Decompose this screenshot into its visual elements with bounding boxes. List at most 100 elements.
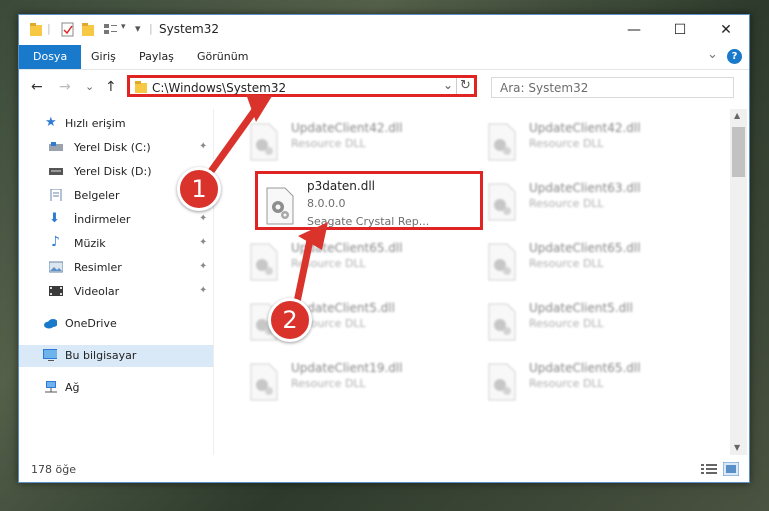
recent-locations-icon[interactable]: ⌄ <box>85 80 94 93</box>
file-description: Resource DLL <box>291 257 366 270</box>
sidebar-item-label: Hızlı erişim <box>65 117 126 130</box>
file-item[interactable]: UpdateClient63.dll Resource DLL <box>483 179 703 227</box>
sidebar-item-videos[interactable]: Videolar ✦ <box>19 281 213 303</box>
sidebar-item-pictures[interactable]: Resimler ✦ <box>19 257 213 279</box>
sidebar-item-quick-access[interactable]: ★ Hızlı erişim <box>19 113 213 135</box>
sidebar-item-label: Bu bilgisayar <box>65 349 137 362</box>
address-divider <box>456 78 457 94</box>
drive-icon <box>49 142 63 151</box>
folder-icon <box>135 81 147 93</box>
music-icon: ♪ <box>51 234 60 250</box>
dll-file-icon <box>250 363 278 401</box>
pin-icon: ✦ <box>199 285 208 296</box>
new-folder-icon[interactable] <box>81 22 95 38</box>
details-view-icon[interactable] <box>701 463 717 475</box>
sidebar-item-label: Videolar <box>74 285 120 298</box>
maximize-button[interactable]: ☐ <box>657 15 703 45</box>
large-icons-view-icon[interactable] <box>723 462 739 476</box>
sidebar-item-onedrive[interactable]: OneDrive <box>19 313 213 335</box>
dll-file-icon <box>250 123 278 161</box>
help-icon[interactable]: ? <box>727 49 742 64</box>
file-item[interactable]: UpdateClient19.dll Resource DLL <box>245 359 465 407</box>
ribbon-expand-icon[interactable]: ⌄ <box>707 47 718 62</box>
file-highlight-box <box>255 171 483 230</box>
drive-icon <box>49 168 63 175</box>
pin-icon: ✦ <box>199 213 208 224</box>
file-item[interactable]: UpdateClient65.dll Resource DLL <box>483 359 703 407</box>
file-item[interactable]: UpdateClient42.dll Resource DLL <box>245 119 465 167</box>
tab-share[interactable]: Paylaş <box>127 45 186 69</box>
download-icon: ⬇ <box>49 211 60 226</box>
refresh-icon[interactable]: ↻ <box>460 78 471 93</box>
file-item[interactable]: UpdateClient65.dll Resource DLL <box>483 239 703 287</box>
sidebar-item-label: İndirmeler <box>74 213 131 226</box>
callout-badge-two: 2 <box>268 298 312 342</box>
file-item[interactable]: UpdateClient5.dll Resource DLL <box>483 299 703 347</box>
star-icon: ★ <box>45 115 57 130</box>
file-description: Resource DLL <box>529 257 604 270</box>
ribbon-tabs: Dosya Giriş Paylaş Görünüm ⌄ ? <box>19 45 749 70</box>
pictures-icon <box>49 261 63 273</box>
item-count: 178 öğe <box>31 463 76 476</box>
navigation-bar: ← → ⌄ ↑ C:\Windows\System32 ⌄ ↻ Ara: Sys… <box>19 70 749 104</box>
close-button[interactable]: ✕ <box>703 15 749 45</box>
file-name: UpdateClient42.dll <box>291 121 403 135</box>
file-description: Resource DLL <box>291 377 366 390</box>
scroll-up-icon[interactable]: ▲ <box>734 111 740 120</box>
customize-toolbar-icon[interactable]: ▾ <box>135 22 141 38</box>
file-item[interactable]: UpdateClient65.dll Resource DLL <box>245 239 465 287</box>
dll-file-icon <box>488 363 516 401</box>
file-description: Resource DLL <box>529 137 604 150</box>
view-options-icon[interactable] <box>103 22 119 38</box>
title-bar: | ▾ ▾ | System32 — ☐ ✕ <box>19 15 749 45</box>
dll-file-icon <box>488 243 516 281</box>
file-name: UpdateClient65.dll <box>529 241 641 255</box>
navigation-pane: ★ Hızlı erişim Yerel Disk (C:) ✦ Yerel D… <box>19 109 214 455</box>
sidebar-item-this-pc[interactable]: Bu bilgisayar <box>19 345 213 367</box>
file-list: UpdateClient42.dll Resource DLL UpdateCl… <box>215 109 729 455</box>
address-dropdown-icon[interactable]: ⌄ <box>443 78 453 92</box>
network-icon <box>45 381 57 393</box>
file-name: UpdateClient5.dll <box>529 301 633 315</box>
address-path[interactable]: C:\Windows\System32 <box>152 81 286 95</box>
pin-icon: ✦ <box>199 141 208 152</box>
up-button[interactable]: ↑ <box>105 79 117 95</box>
scrollbar-thumb[interactable] <box>732 127 745 177</box>
tab-view[interactable]: Görünüm <box>185 45 260 69</box>
sidebar-item-music[interactable]: ♪ Müzik ✦ <box>19 233 213 255</box>
sidebar-item-label: Yerel Disk (D:) <box>74 165 152 178</box>
vertical-scrollbar[interactable]: ▲ ▼ <box>730 109 747 455</box>
file-description: Resource DLL <box>529 197 604 210</box>
file-name: UpdateClient65.dll <box>529 361 641 375</box>
properties-icon[interactable] <box>61 22 75 38</box>
tab-file[interactable]: Dosya <box>19 45 82 69</box>
sidebar-item-label: Ağ <box>65 381 80 394</box>
tab-home[interactable]: Giriş <box>79 45 128 69</box>
qa-separator: | <box>47 22 51 35</box>
folder-icon <box>30 23 42 36</box>
sidebar-item-network[interactable]: Ağ <box>19 377 213 399</box>
window-title: System32 <box>159 22 220 36</box>
minimize-button[interactable]: — <box>611 15 657 45</box>
file-name: UpdateClient63.dll <box>529 181 641 195</box>
back-button[interactable]: ← <box>31 79 43 95</box>
search-placeholder[interactable]: Ara: System32 <box>500 81 588 95</box>
videos-icon <box>49 286 63 296</box>
sidebar-item-drive-c[interactable]: Yerel Disk (C:) ✦ <box>19 137 213 159</box>
qa-dropdown-icon[interactable]: ▾ <box>121 22 126 38</box>
documents-icon <box>50 189 62 201</box>
title-separator: | <box>149 22 153 35</box>
file-name: UpdateClient42.dll <box>529 121 641 135</box>
file-name: UpdateClient19.dll <box>291 361 403 375</box>
sidebar-item-label: Müzik <box>74 237 106 250</box>
file-item[interactable]: UpdateClient42.dll Resource DLL <box>483 119 703 167</box>
file-description: Resource DLL <box>529 377 604 390</box>
onedrive-icon <box>44 319 57 329</box>
dll-file-icon <box>488 183 516 221</box>
search-box[interactable]: Ara: System32 <box>491 77 734 98</box>
dll-file-icon <box>250 243 278 281</box>
forward-button[interactable]: → <box>59 79 71 95</box>
address-bar[interactable]: C:\Windows\System32 ⌄ ↻ <box>127 75 477 97</box>
scroll-down-icon[interactable]: ▼ <box>734 443 740 452</box>
sidebar-item-downloads[interactable]: ⬇ İndirmeler ✦ <box>19 209 213 231</box>
